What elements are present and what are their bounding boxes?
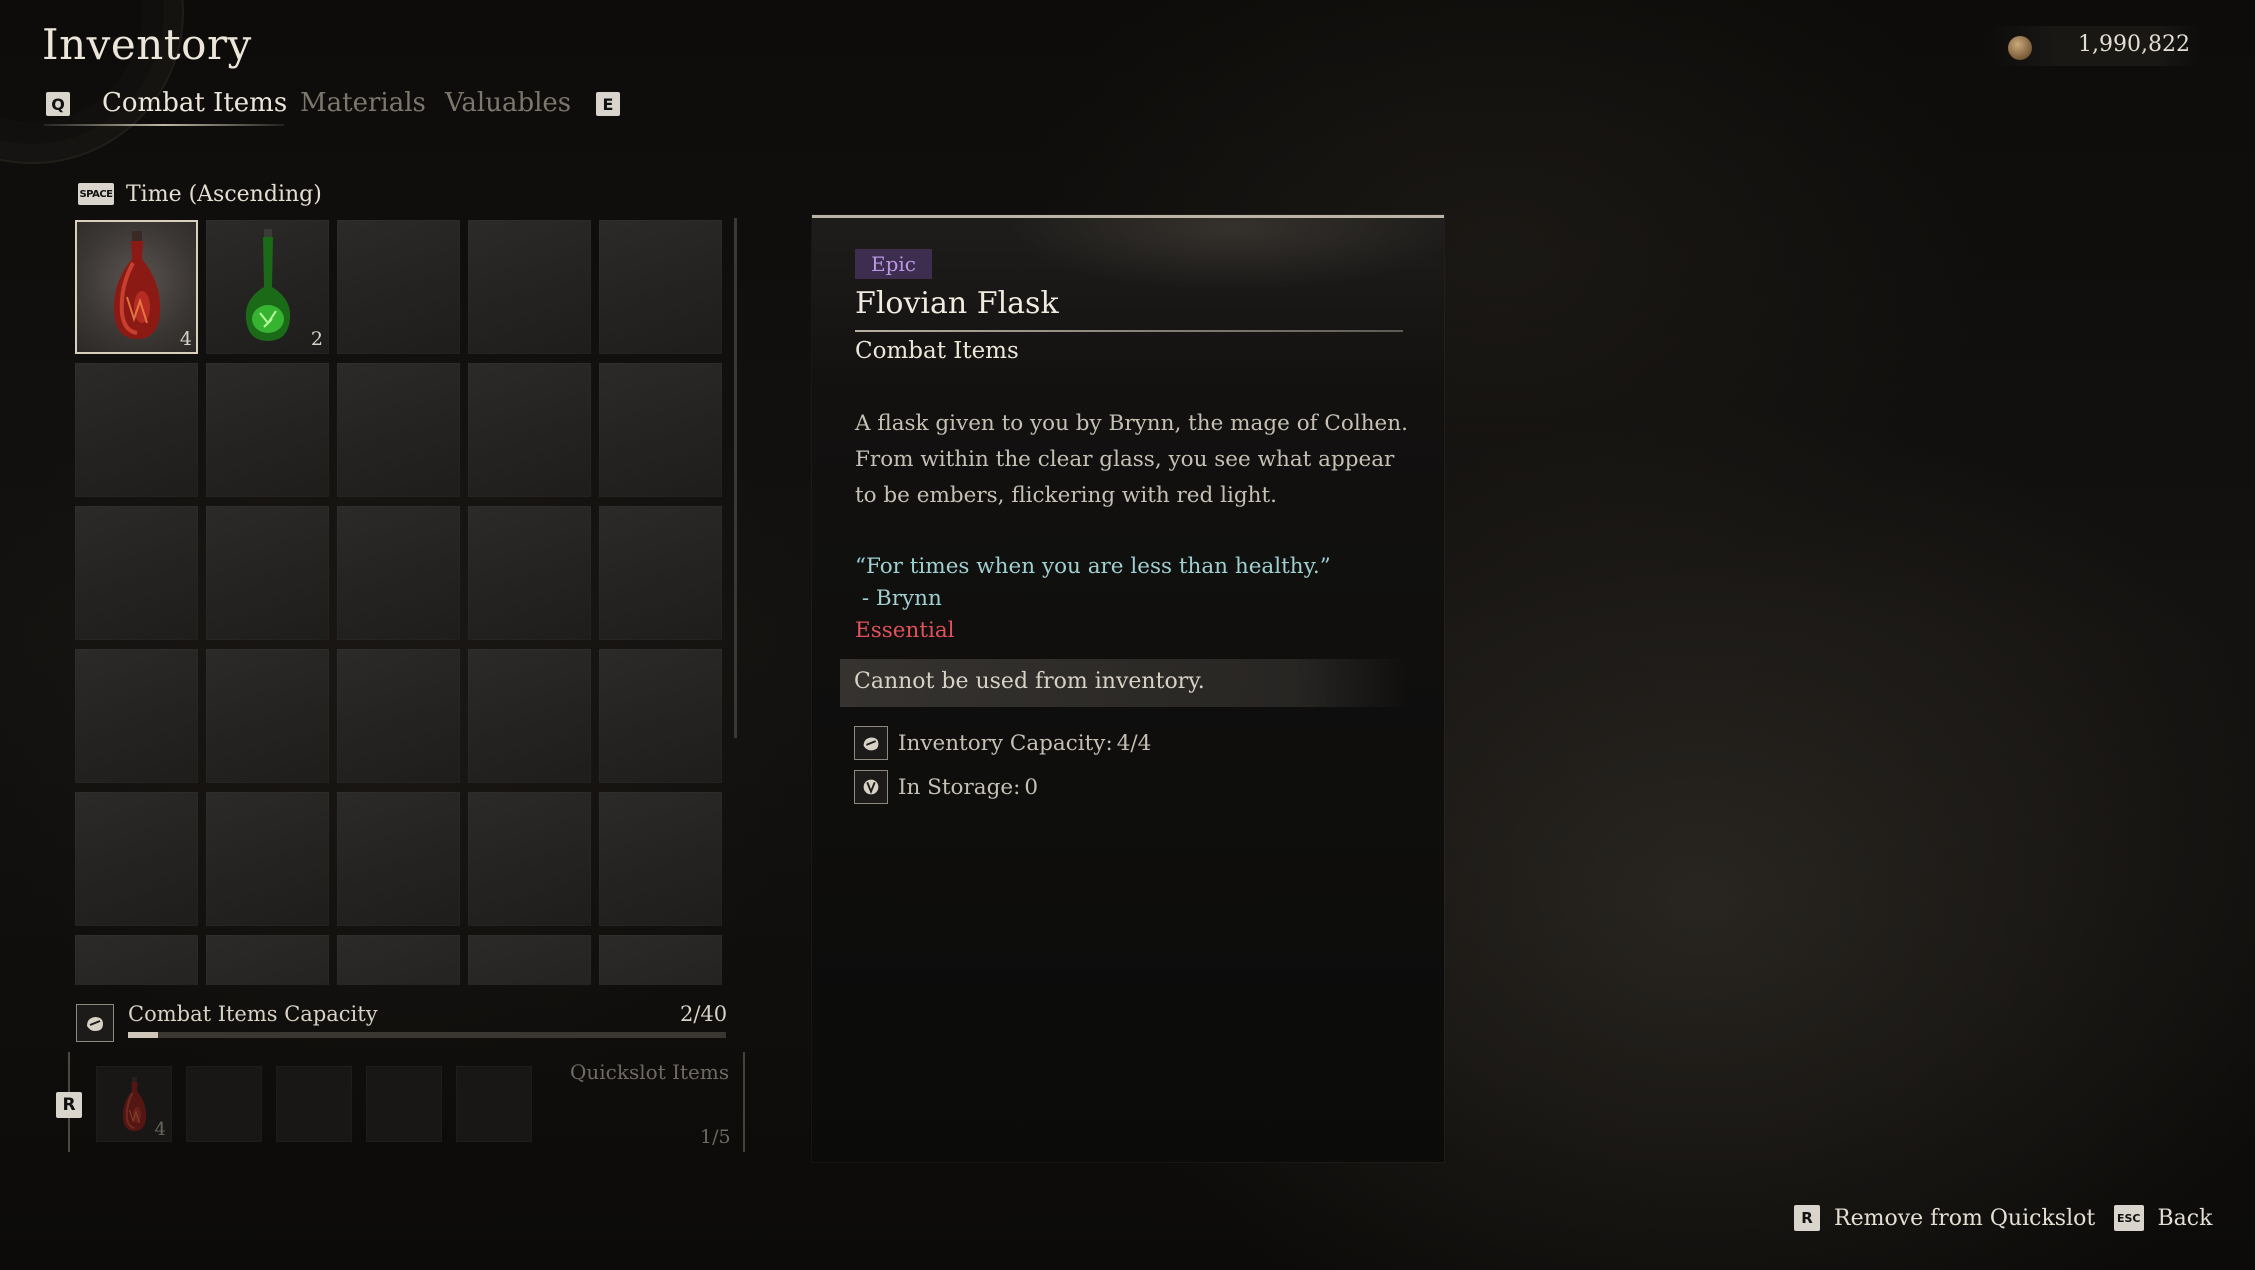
inventory-slot-empty[interactable] <box>206 363 329 497</box>
inventory-slot-item[interactable]: 2 <box>206 220 329 354</box>
capacity-value: 2/40 <box>680 1002 728 1026</box>
inventory-slot-empty[interactable] <box>337 363 460 497</box>
inventory-screen: Inventory Q Combat Items Materials Valua… <box>0 0 2255 1270</box>
next-tab-key[interactable]: E <box>596 92 620 116</box>
hint-key[interactable]: R <box>1794 1205 1820 1231</box>
inventory-slot-empty[interactable] <box>599 935 722 985</box>
stat-inventory-capacity: Inventory Capacity: 4/4 <box>854 726 1151 760</box>
hint-key[interactable]: ESC <box>2114 1205 2144 1231</box>
capacity-bar-fill <box>128 1032 158 1038</box>
space-key[interactable]: SPACE <box>78 183 114 205</box>
quickslot-key[interactable]: R <box>56 1092 82 1118</box>
inventory-slot-empty[interactable] <box>75 935 198 985</box>
tab-materials[interactable]: Materials <box>300 88 426 124</box>
inventory-slot-empty[interactable] <box>468 649 591 783</box>
stat-in-storage: In Storage: 0 <box>854 770 1038 804</box>
item-quote-author: - Brynn <box>855 586 942 611</box>
inventory-slot-empty[interactable] <box>206 792 329 926</box>
currency-display: 1,990,822 <box>1990 26 2200 66</box>
quickslot-item[interactable]: 4 <box>96 1066 172 1142</box>
item-detail-panel: Epic Flovian Flask Combat Items A flask … <box>812 215 1444 1162</box>
inventory-slot-empty[interactable] <box>337 220 460 354</box>
flask-capacity-icon <box>76 1004 114 1042</box>
inventory-slot-empty[interactable] <box>206 649 329 783</box>
inventory-slot-empty[interactable] <box>599 506 722 640</box>
tab-valuables[interactable]: Valuables <box>445 88 571 124</box>
inventory-slot-empty[interactable] <box>468 506 591 640</box>
item-quote: “For times when you are less than health… <box>855 554 1331 579</box>
inventory-slot-empty[interactable] <box>337 935 460 985</box>
quickslot-empty[interactable] <box>456 1066 532 1142</box>
inventory-slot-empty[interactable] <box>599 220 722 354</box>
page-title: Inventory <box>42 20 252 69</box>
stat-label: In Storage: <box>898 774 1021 800</box>
stat-label: Inventory Capacity: <box>898 730 1113 756</box>
inventory-slot-item[interactable]: 4 <box>75 220 198 354</box>
hint-label: Remove from Quickslot <box>1834 1205 2096 1231</box>
inventory-slot-empty[interactable] <box>75 363 198 497</box>
stat-value: 0 <box>1024 774 1039 800</box>
name-divider <box>855 330 1403 332</box>
inventory-slot-empty[interactable] <box>75 506 198 640</box>
active-tab-indicator <box>44 124 284 126</box>
inventory-slot-empty[interactable] <box>468 220 591 354</box>
inventory-slot-empty[interactable] <box>75 649 198 783</box>
item-tag: Essential <box>855 618 955 643</box>
quickslot-empty[interactable] <box>276 1066 352 1142</box>
quickslot-empty[interactable] <box>366 1066 442 1142</box>
inventory-slot-empty[interactable] <box>337 506 460 640</box>
quickslot-bracket-right <box>737 1052 745 1152</box>
item-description: A flask given to you by Brynn, the mage … <box>855 411 1408 508</box>
hint-back[interactable]: ESC Back <box>2114 1205 2212 1231</box>
rarity-badge: Epic <box>855 249 932 279</box>
usage-notice-text: Cannot be used from inventory. <box>854 669 1205 694</box>
item-count: 2 <box>310 328 323 350</box>
inventory-slot-empty[interactable] <box>599 649 722 783</box>
quickslot-label: Quickslot Items <box>570 1060 730 1084</box>
quickslot-count: 1/5 <box>700 1126 731 1148</box>
capacity-bar <box>128 1032 726 1038</box>
inventory-slot-empty[interactable] <box>337 792 460 926</box>
flask-capacity-icon <box>854 726 888 760</box>
inventory-slot-empty[interactable] <box>75 792 198 926</box>
inventory-slot-empty[interactable] <box>468 363 591 497</box>
item-count: 4 <box>179 328 192 350</box>
sort-control[interactable]: SPACE Time (Ascending) <box>78 180 322 208</box>
inventory-slot-empty[interactable] <box>206 506 329 640</box>
prev-tab-key[interactable]: Q <box>46 92 70 116</box>
inventory-slot-empty[interactable] <box>468 792 591 926</box>
tab-combat-items[interactable]: Combat Items <box>102 88 287 124</box>
item-name: Flovian Flask <box>855 286 1059 321</box>
inventory-slot-empty[interactable] <box>337 649 460 783</box>
hint-label: Back <box>2157 1205 2213 1231</box>
sort-label: Time (Ascending) <box>126 181 322 207</box>
item-count: 4 <box>154 1119 166 1140</box>
item-grid: 42 <box>75 220 725 985</box>
usage-notice: Cannot be used from inventory. <box>840 659 1408 707</box>
inventory-slot-empty[interactable] <box>599 792 722 926</box>
inventory-slot-empty[interactable] <box>599 363 722 497</box>
inventory-slot-empty[interactable] <box>206 935 329 985</box>
storage-icon <box>854 770 888 804</box>
capacity-label: Combat Items Capacity <box>128 1002 378 1026</box>
grid-scrollbar[interactable] <box>734 218 737 738</box>
hint-remove-quickslot[interactable]: R Remove from Quickslot <box>1794 1205 2095 1231</box>
quickslot-empty[interactable] <box>186 1066 262 1142</box>
item-category: Combat Items <box>855 338 1019 364</box>
stat-value: 4/4 <box>1116 730 1152 756</box>
currency-amount: 1,990,822 <box>2078 32 2190 57</box>
inventory-slot-empty[interactable] <box>468 935 591 985</box>
coin-icon <box>2008 36 2032 60</box>
